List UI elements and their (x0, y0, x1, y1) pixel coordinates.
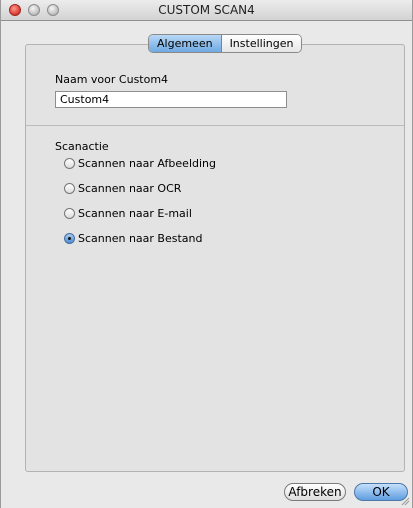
title-bar[interactable]: CUSTOM SCAN4 (1, 0, 412, 21)
radio-scan-to-file[interactable]: Scannen naar Bestand (64, 232, 202, 245)
tab-algemeen[interactable]: Algemeen (149, 35, 222, 52)
section-divider (26, 125, 404, 126)
scan-action-label: Scanactie (55, 140, 109, 153)
name-label: Naam voor Custom4 (55, 73, 169, 86)
cancel-button[interactable]: Afbreken (284, 483, 346, 501)
name-input[interactable]: Custom4 (55, 91, 287, 108)
radio-label: Scannen naar OCR (78, 182, 182, 195)
radio-button-icon[interactable] (64, 183, 75, 194)
radio-label: Scannen naar E-mail (78, 207, 192, 220)
resize-grip-icon[interactable] (400, 496, 410, 506)
dialog-window: CUSTOM SCAN4 Algemeen Instellingen Naam … (0, 0, 413, 508)
radio-scan-to-image[interactable]: Scannen naar Afbeelding (64, 157, 216, 170)
settings-panel (25, 44, 405, 472)
radio-scan-to-email[interactable]: Scannen naar E-mail (64, 207, 192, 220)
radio-button-selected-icon[interactable] (64, 233, 75, 244)
radio-button-icon[interactable] (64, 158, 75, 169)
tab-bar: Algemeen Instellingen (148, 34, 303, 53)
radio-label: Scannen naar Afbeelding (78, 157, 216, 170)
tab-instellingen[interactable]: Instellingen (221, 35, 302, 52)
radio-scan-to-ocr[interactable]: Scannen naar OCR (64, 182, 181, 195)
radio-button-icon[interactable] (64, 208, 75, 219)
radio-label: Scannen naar Bestand (78, 232, 203, 245)
window-title: CUSTOM SCAN4 (158, 3, 255, 17)
